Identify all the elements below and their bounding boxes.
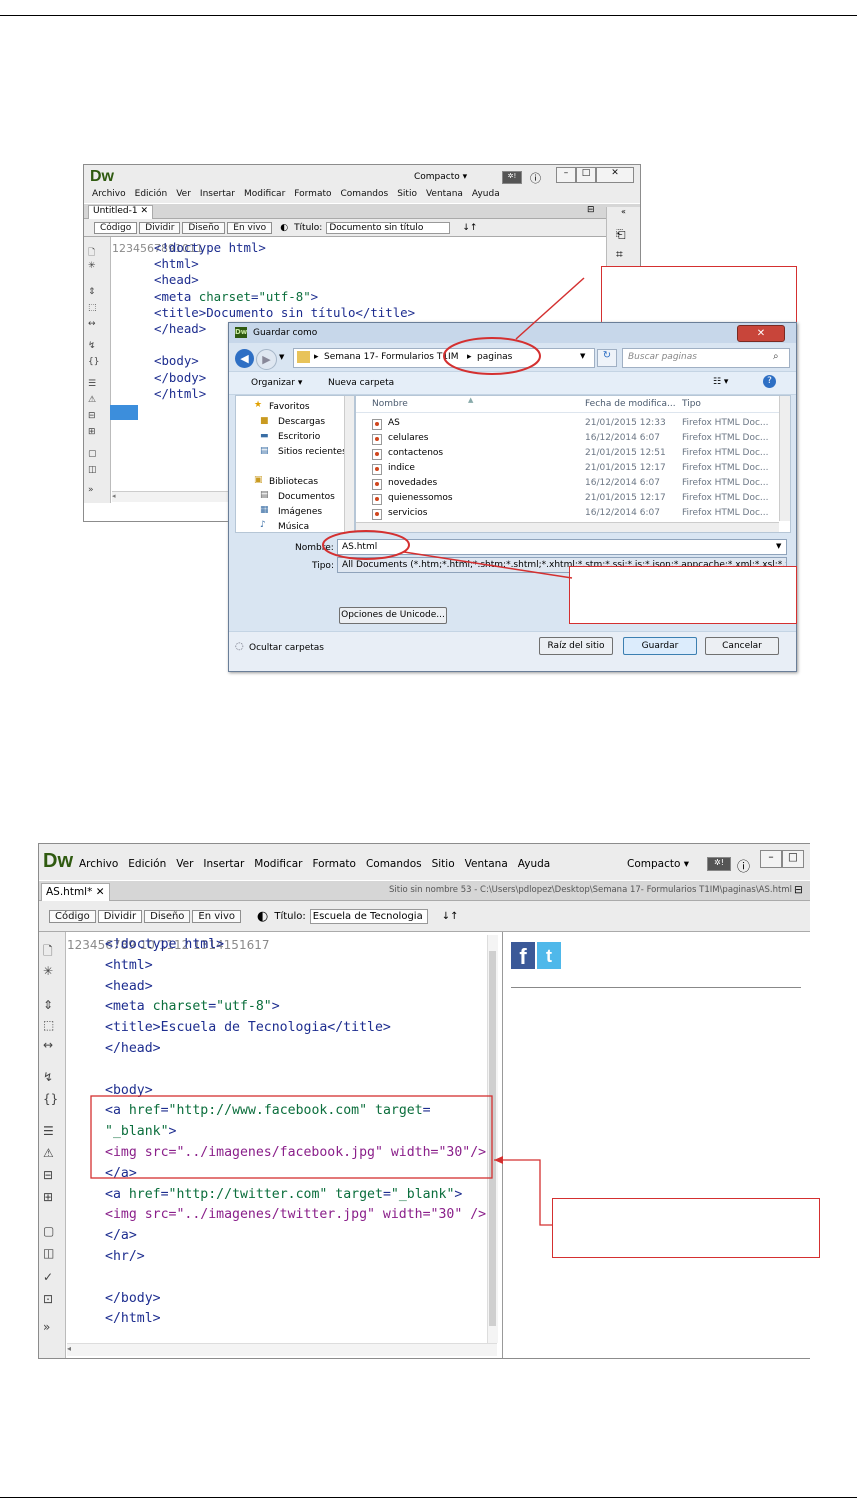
facebook-icon[interactable]: f (511, 942, 535, 969)
code-line: <title>Escuela de Tecnologia</title> (105, 1020, 391, 1036)
menu-bar: Archivo Edición Ver Insertar Modificar Format… (79, 858, 550, 870)
menu-item[interactable]: Sitio (432, 858, 455, 870)
highlight-box-facebook-link (90, 1095, 493, 1179)
title-label: Título: (274, 910, 306, 922)
line-number: 3 (82, 938, 90, 952)
menu-item[interactable]: Comandos (366, 858, 422, 870)
line-number: 1 (67, 938, 75, 952)
highlight-ellipse-filename (322, 530, 410, 560)
document-tab-bar: AS.html* ✕ Sitio sin nombre 53 - C:\User… (39, 881, 810, 901)
document-tab[interactable]: AS.html* ✕ (41, 883, 110, 901)
select-parent-icon[interactable]: ⬚ (43, 1018, 54, 1032)
format-source-icon[interactable]: ⊡ (43, 1292, 53, 1306)
code-line: <html> (105, 957, 153, 973)
code-line: </html> (105, 1311, 161, 1327)
restore-doc-icon[interactable]: ⊟ (794, 884, 803, 896)
menu-item[interactable]: Ayuda (518, 858, 550, 870)
expand-all-icon[interactable]: ⇕ (43, 998, 53, 1012)
extensions-icon[interactable]: ✲! (707, 857, 731, 871)
code-line: </head> (105, 1040, 161, 1056)
maximize-button[interactable]: □ (782, 850, 804, 868)
info-icon[interactable]: ⓘ (737, 856, 750, 875)
workspace-switcher[interactable]: Compacto ▾ (627, 858, 689, 870)
line-number-gutter: 123456789 10 1112 1314151617 (67, 935, 270, 956)
connector-line-code (494, 1159, 552, 1226)
menu-item[interactable]: Archivo (79, 858, 118, 870)
line-number: 4 (89, 938, 98, 952)
more-tools-icon[interactable]: » (43, 1320, 50, 1334)
annotation-overlay-bottom (90, 1095, 552, 1226)
menu-item[interactable]: Modificar (254, 858, 302, 870)
close-tab-icon[interactable]: ✕ (96, 886, 105, 898)
annotation-overlay-top (322, 277, 585, 579)
document-path: Sitio sin nombre 53 - C:\Users\pdlopez\D… (389, 885, 792, 895)
globe-icon[interactable]: ◐ (257, 909, 268, 924)
code-line: </body> (105, 1290, 161, 1306)
menu-item[interactable]: Ventana (465, 858, 508, 870)
code-hscrollbar[interactable]: ◂ (67, 1343, 497, 1356)
code-line: <head> (105, 978, 153, 994)
menu-item[interactable]: Edición (128, 858, 166, 870)
connector-line-filename (403, 551, 573, 579)
menu-item[interactable]: Formato (313, 858, 356, 870)
twitter-icon[interactable]: t (537, 942, 561, 969)
dw-logo: Dw (43, 850, 73, 872)
title-input[interactable]: Escuela de Tecnologia (309, 908, 428, 924)
balance-braces-icon[interactable]: ↔ (43, 1038, 53, 1052)
menu-item[interactable]: Insertar (203, 858, 244, 870)
code-line: <!doctype html> (105, 937, 225, 952)
highlight-ellipse-folder (443, 337, 541, 375)
live-view-button[interactable]: En vivo (192, 909, 241, 923)
menu-item[interactable]: Ver (176, 858, 193, 870)
code-view-button[interactable]: Código (49, 909, 96, 923)
open-documents-icon[interactable]: 🗋 (43, 942, 53, 963)
connector-line-folder (515, 277, 585, 340)
collapse-icon[interactable]: ✳ (43, 964, 53, 978)
sort-icon[interactable]: ↓↑ (442, 911, 459, 922)
minimize-button[interactable]: – (760, 850, 782, 868)
split-view-button[interactable]: Dividir (97, 909, 143, 923)
document-toolbar: Código Dividir Diseño En vivo ◐ Título: … (39, 901, 810, 932)
design-view-button[interactable]: Diseño (144, 909, 191, 923)
arrow-head-icon (494, 1156, 503, 1164)
title-bar: Dw Archivo Edición Ver Insertar Modificar For… (39, 844, 810, 880)
horizontal-rule (511, 987, 801, 988)
page-bottom-rule (0, 1497, 857, 1498)
code-line: <meta charset="utf-8"> (105, 999, 280, 1015)
